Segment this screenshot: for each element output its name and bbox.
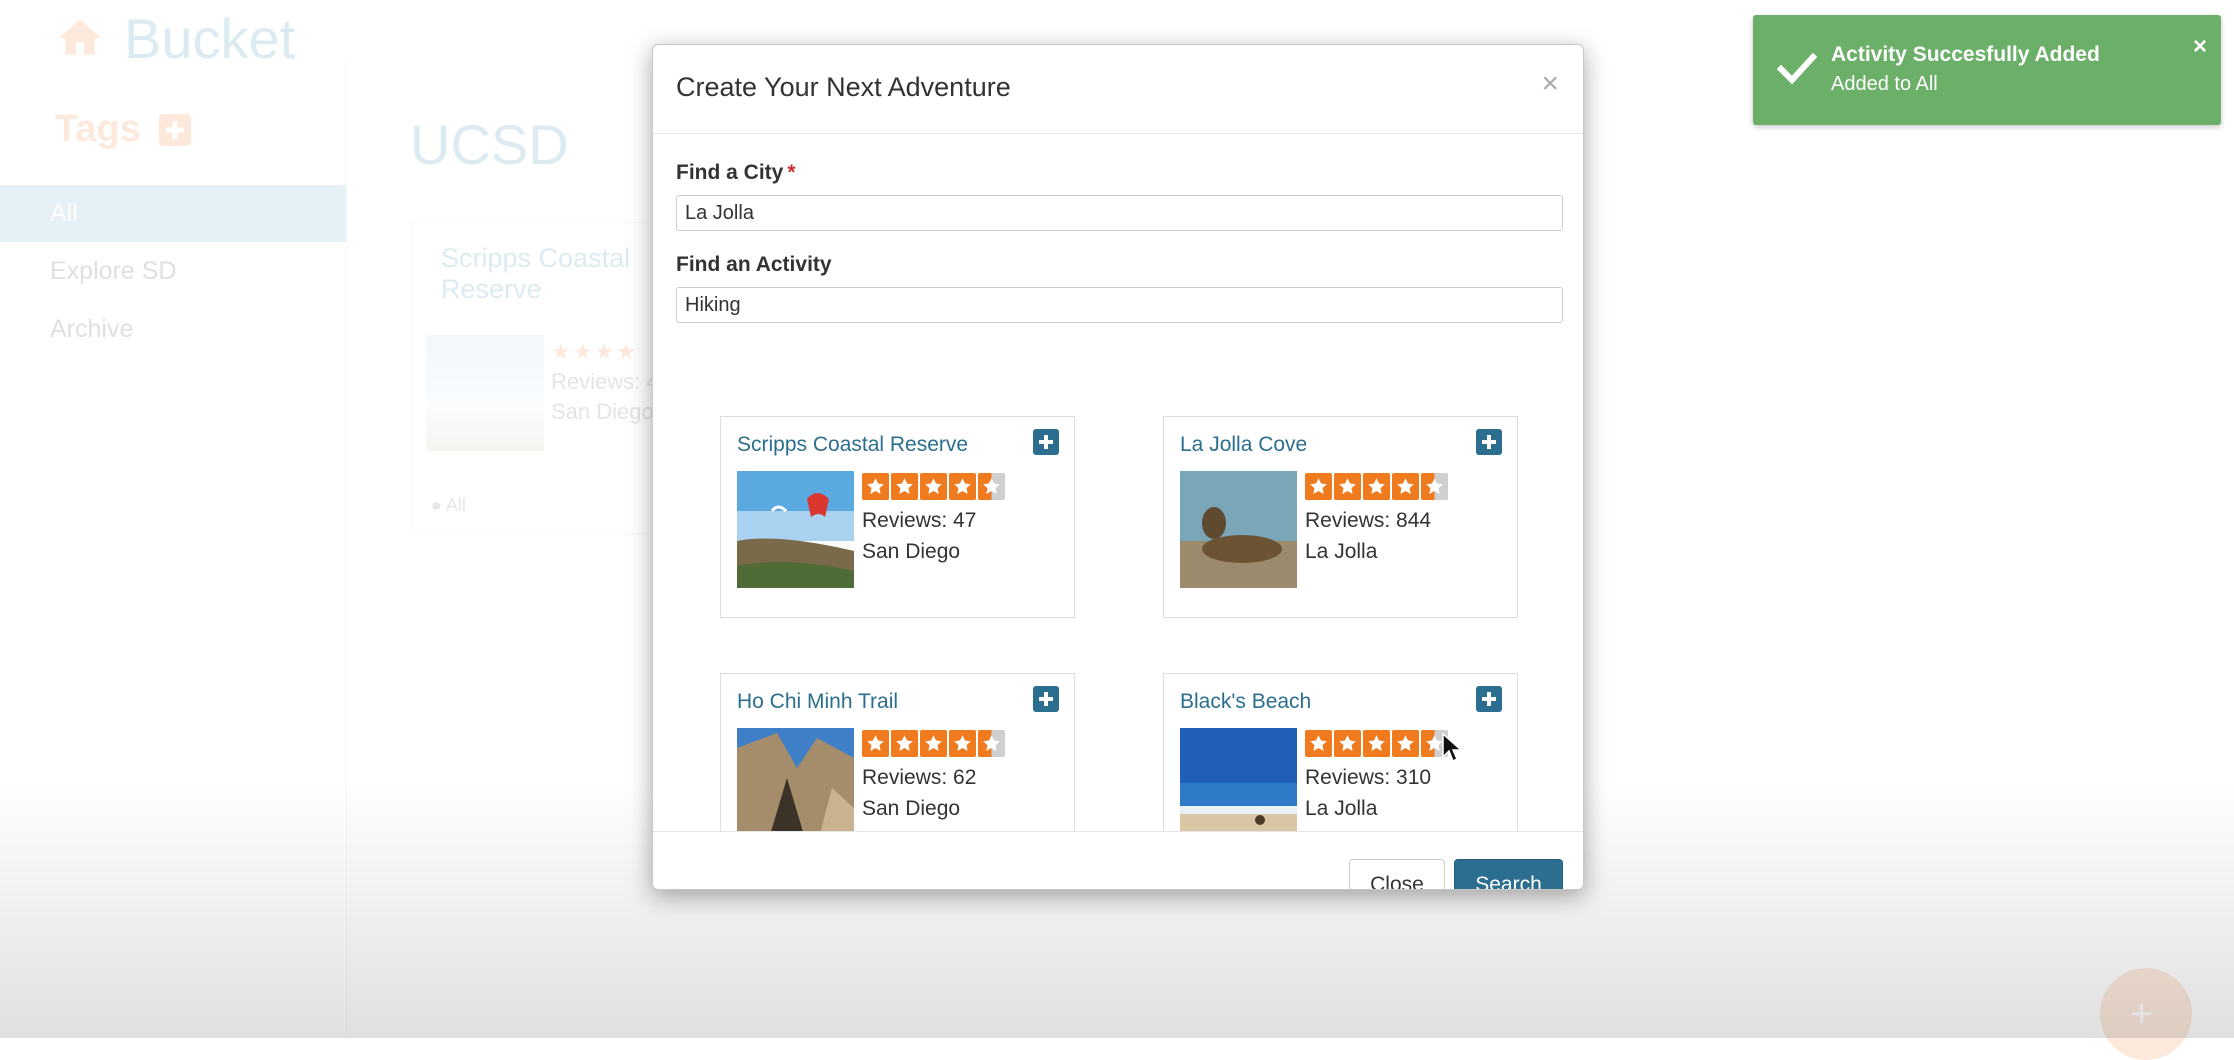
reviews-count: Reviews: 844 [1305,509,1432,532]
toast-message: Added to All [1831,73,1938,95]
star-icon [1305,473,1332,500]
tags-heading: Tags [55,108,191,151]
activity-city: San Diego [862,797,961,820]
background-card-image [426,335,544,451]
rating-stars [862,473,1005,500]
star-icon [1363,730,1390,757]
star-icon [1305,730,1332,757]
activity-title[interactable]: La Jolla Cove [1180,433,1307,457]
star-icon [1363,473,1390,500]
reviews-count: Reviews: 310 [1305,766,1432,789]
background-card-stars: ★★★★ [551,339,638,364]
reviews-count: Reviews: 62 [862,766,977,789]
background-card-title: Scripps Coastal Reserve [441,243,631,304]
app-logo[interactable]: Bucket [54,6,295,70]
required-mark: * [787,161,796,184]
mouse-cursor-icon [1442,733,1462,763]
page-title: UCSD [410,113,569,176]
canyon-rock-photo [737,728,854,831]
sea-lion-photo [1180,471,1297,588]
star-icon [1392,730,1419,757]
activity-card[interactable]: Ho Chi Minh Trail Reviews: 62 San Diego [720,673,1075,831]
activity-card[interactable]: La Jolla Cove Reviews: 844 La Jolla [1163,416,1518,618]
activity-title[interactable]: Ho Chi Minh Trail [737,690,898,714]
activity-city: La Jolla [1305,540,1378,563]
activity-card[interactable]: Black's Beach Reviews: 310 La Jolla [1163,673,1518,831]
activity-city: La Jolla [1305,797,1378,820]
star-icon [891,473,918,500]
close-button[interactable]: Close [1349,859,1445,889]
paraglider-coast-photo [737,471,854,588]
activity-city: San Diego [862,540,961,563]
city-label: Find a City * [676,161,796,185]
rating-stars [1305,473,1448,500]
tags-heading-label: Tags [55,108,141,150]
check-icon [1777,52,1817,85]
star-icon [920,730,947,757]
star-icon [949,730,976,757]
sidebar-item-all[interactable]: All [0,185,346,242]
star-icon [920,473,947,500]
star-icon [978,473,1005,500]
city-label-text: Find a City [676,161,784,184]
background-card-reviews: Reviews: 4 [551,369,659,394]
add-tag-button[interactable] [158,113,191,146]
add-activity-button[interactable] [1476,429,1502,455]
modal-close-icon[interactable]: × [1541,67,1559,101]
sidebar-item-explore-sd[interactable]: Explore SD [0,243,346,300]
reviews-count: Reviews: 47 [862,509,977,532]
rating-stars [1305,730,1448,757]
modal-header: Create Your Next Adventure × [653,45,1583,134]
rating-stars [862,730,1005,757]
activity-input[interactable] [676,287,1563,323]
star-icon [1334,473,1361,500]
star-icon [1392,473,1419,500]
modal-footer: Close Search [653,831,1583,889]
star-icon [978,730,1005,757]
background-card-city: San Diego [551,399,654,424]
home-icon [59,19,101,55]
success-toast: Activity Succesfully Added Added to All … [1753,15,2221,125]
activity-title[interactable]: Black's Beach [1180,690,1311,714]
toast-title: Activity Succesfully Added [1831,43,2100,66]
city-input[interactable] [676,195,1563,231]
activity-label: Find an Activity [676,253,832,276]
activity-title[interactable]: Scripps Coastal Reserve [737,433,968,457]
star-icon [1421,473,1448,500]
search-button[interactable]: Search [1454,859,1563,889]
star-icon [862,730,889,757]
beach-photo [1180,728,1297,831]
sidebar-item-archive[interactable]: Archive [0,301,346,358]
modal-title: Create Your Next Adventure [676,72,1011,102]
background-activity-card[interactable]: Scripps Coastal Reserve ★★★★ Reviews: 4 … [410,222,662,534]
background-card-tag: ● All [431,495,466,515]
star-icon [949,473,976,500]
add-activity-button[interactable] [1476,686,1502,712]
star-icon [891,730,918,757]
activity-card[interactable]: Scripps Coastal Reserve Reviews: 47 San … [720,416,1075,618]
background-card-tag-label: All [445,495,466,515]
create-adventure-modal: Create Your Next Adventure × Find a City… [652,44,1584,890]
star-icon [862,473,889,500]
app-name: Bucket [124,6,296,70]
star-icon [1334,730,1361,757]
add-activity-button[interactable] [1033,686,1059,712]
add-activity-button[interactable] [1033,429,1059,455]
toast-close-icon[interactable]: × [2193,33,2207,61]
